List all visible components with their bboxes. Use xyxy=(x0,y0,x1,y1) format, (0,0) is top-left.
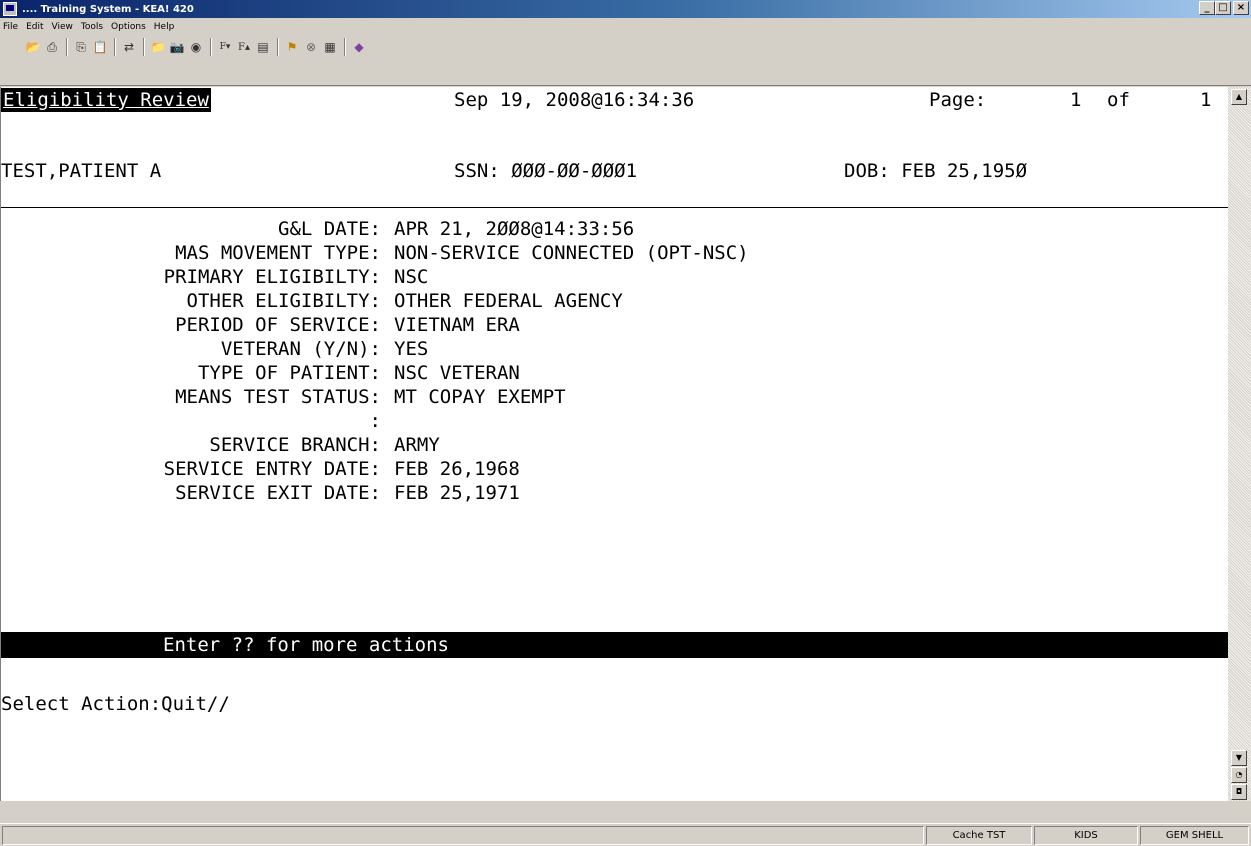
copy-icon[interactable]: ⎘ xyxy=(72,38,90,56)
field-label: TYPE OF PATIENT: xyxy=(197,362,381,384)
field-value: YES xyxy=(394,338,429,360)
page-label: Page: xyxy=(929,89,987,111)
field-label: SERVICE BRANCH: xyxy=(209,434,381,456)
page-of-label: of xyxy=(1107,89,1130,111)
scroll-down-icon[interactable]: ▼ xyxy=(1231,750,1247,766)
paste-icon[interactable]: 📋 xyxy=(91,38,109,56)
field-label: VETERAN (Y/N): xyxy=(220,338,381,360)
maximize-button[interactable]: □ xyxy=(1215,1,1231,15)
window-title: .... Training System - KEA! 420 xyxy=(22,3,194,15)
page-total: 1 xyxy=(1200,89,1212,111)
close-button[interactable]: × xyxy=(1233,1,1249,15)
minimize-button[interactable]: _ xyxy=(1199,1,1215,15)
vertical-scrollbar[interactable] xyxy=(1228,87,1251,801)
header-divider xyxy=(1,207,1228,208)
status-shell: GEM SHELL xyxy=(1140,826,1249,845)
capture-icon[interactable]: ◉ xyxy=(187,38,205,56)
menu-edit[interactable]: Edit xyxy=(26,22,43,32)
field-value: ARMY xyxy=(394,434,440,456)
field-label: PRIMARY ELIGIBILTY: xyxy=(163,266,381,288)
field-value: APR 21, 2ØØ8@14:33:56 xyxy=(394,218,635,240)
action-prompt[interactable]: Select Action:Quit// xyxy=(1,692,230,716)
patient-dob: DOB: FEB 25,195Ø xyxy=(844,160,1028,182)
camera-icon[interactable]: 📷 xyxy=(168,38,186,56)
toolbar-separator xyxy=(114,38,116,56)
menu-bar: File Edit View Tools Options Help xyxy=(0,18,1251,36)
menu-file[interactable]: File xyxy=(3,22,18,32)
font-up-icon[interactable]: F▴ xyxy=(235,38,253,56)
field-value: NON-SERVICE CONNECTED (OPT-NSC) xyxy=(394,242,749,264)
terminal-screen[interactable]: Eligibility Review Sep 19, 2008@16:34:36… xyxy=(0,87,1228,801)
toolbar-separator xyxy=(143,38,145,56)
folder-icon[interactable]: 📁 xyxy=(149,38,167,56)
page-prev-icon[interactable]: ◔ xyxy=(1231,767,1247,783)
printer-icon[interactable]: ▤ xyxy=(254,38,272,56)
help-icon[interactable]: ◆ xyxy=(350,38,368,56)
status-message xyxy=(2,826,924,845)
traffic-light-icon[interactable]: ⚑ xyxy=(283,38,301,56)
menu-help[interactable]: Help xyxy=(154,22,175,32)
toolbar-separator xyxy=(344,38,346,56)
field-label: SERVICE ENTRY DATE: xyxy=(163,458,381,480)
app-icon[interactable] xyxy=(3,2,17,16)
field-label: OTHER ELIGIBILTY: xyxy=(186,290,381,312)
status-kids: KIDS xyxy=(1034,826,1138,845)
font-down-icon[interactable]: F▾ xyxy=(216,38,234,56)
status-namespace: Cache TST xyxy=(926,826,1032,845)
field-value: NSC xyxy=(394,266,429,288)
stop-icon[interactable]: ⊗ xyxy=(302,38,320,56)
field-label: MEANS TEST STATUS: xyxy=(175,386,381,408)
scroll-up-icon[interactable]: ▲ xyxy=(1231,89,1247,105)
menu-view[interactable]: View xyxy=(52,22,73,32)
status-bar: Cache TST KIDS GEM SHELL xyxy=(0,823,1251,846)
field-value: NSC VETERAN xyxy=(394,362,520,384)
page-next-icon[interactable]: ◘ xyxy=(1231,784,1247,800)
action-bar: Enter ?? for more actions xyxy=(1,632,1228,658)
menu-tools[interactable]: Tools xyxy=(81,22,103,32)
keyboard-icon[interactable]: ▦ xyxy=(321,38,339,56)
field-label: SERVICE EXIT DATE: xyxy=(175,482,381,504)
toolbar-separator xyxy=(66,38,68,56)
field-label: : xyxy=(369,410,381,432)
title-bar: .... Training System - KEA! 420 _ □ × xyxy=(0,0,1251,18)
print-icon[interactable]: ⎙ xyxy=(43,38,61,56)
toolbar-separator xyxy=(277,38,279,56)
field-label: PERIOD OF SERVICE: xyxy=(175,314,381,336)
field-label: G&L DATE: xyxy=(278,218,381,240)
connect-icon[interactable]: ⇄ xyxy=(120,38,138,56)
page-number: 1 xyxy=(1070,89,1082,111)
field-value: MT COPAY EXEMPT xyxy=(394,386,566,408)
field-value: VIETNAM ERA xyxy=(394,314,520,336)
menu-options[interactable]: Options xyxy=(111,22,146,32)
screen-title: Eligibility Review xyxy=(1,88,211,112)
patient-name: TEST,PATIENT A xyxy=(1,160,162,182)
window-controls: _ □ × xyxy=(1199,1,1249,15)
toolbar-separator xyxy=(210,38,212,56)
field-value: OTHER FEDERAL AGENCY xyxy=(394,290,623,312)
toolbar: 📂 ⎙ ⎘ 📋 ⇄ 📁 📷 ◉ F▾ F▴ ▤ ⚑ ⊗ ▦ ◆ xyxy=(0,36,1251,86)
field-label: MAS MOVEMENT TYPE: xyxy=(175,242,381,264)
open-icon[interactable]: 📂 xyxy=(24,38,42,56)
field-value: FEB 26,1968 xyxy=(394,458,520,480)
header-datetime: Sep 19, 2008@16:34:36 xyxy=(454,89,695,111)
patient-ssn: SSN: ØØØ-ØØ-ØØØ1 xyxy=(454,160,638,182)
field-value: FEB 25,1971 xyxy=(394,482,520,504)
